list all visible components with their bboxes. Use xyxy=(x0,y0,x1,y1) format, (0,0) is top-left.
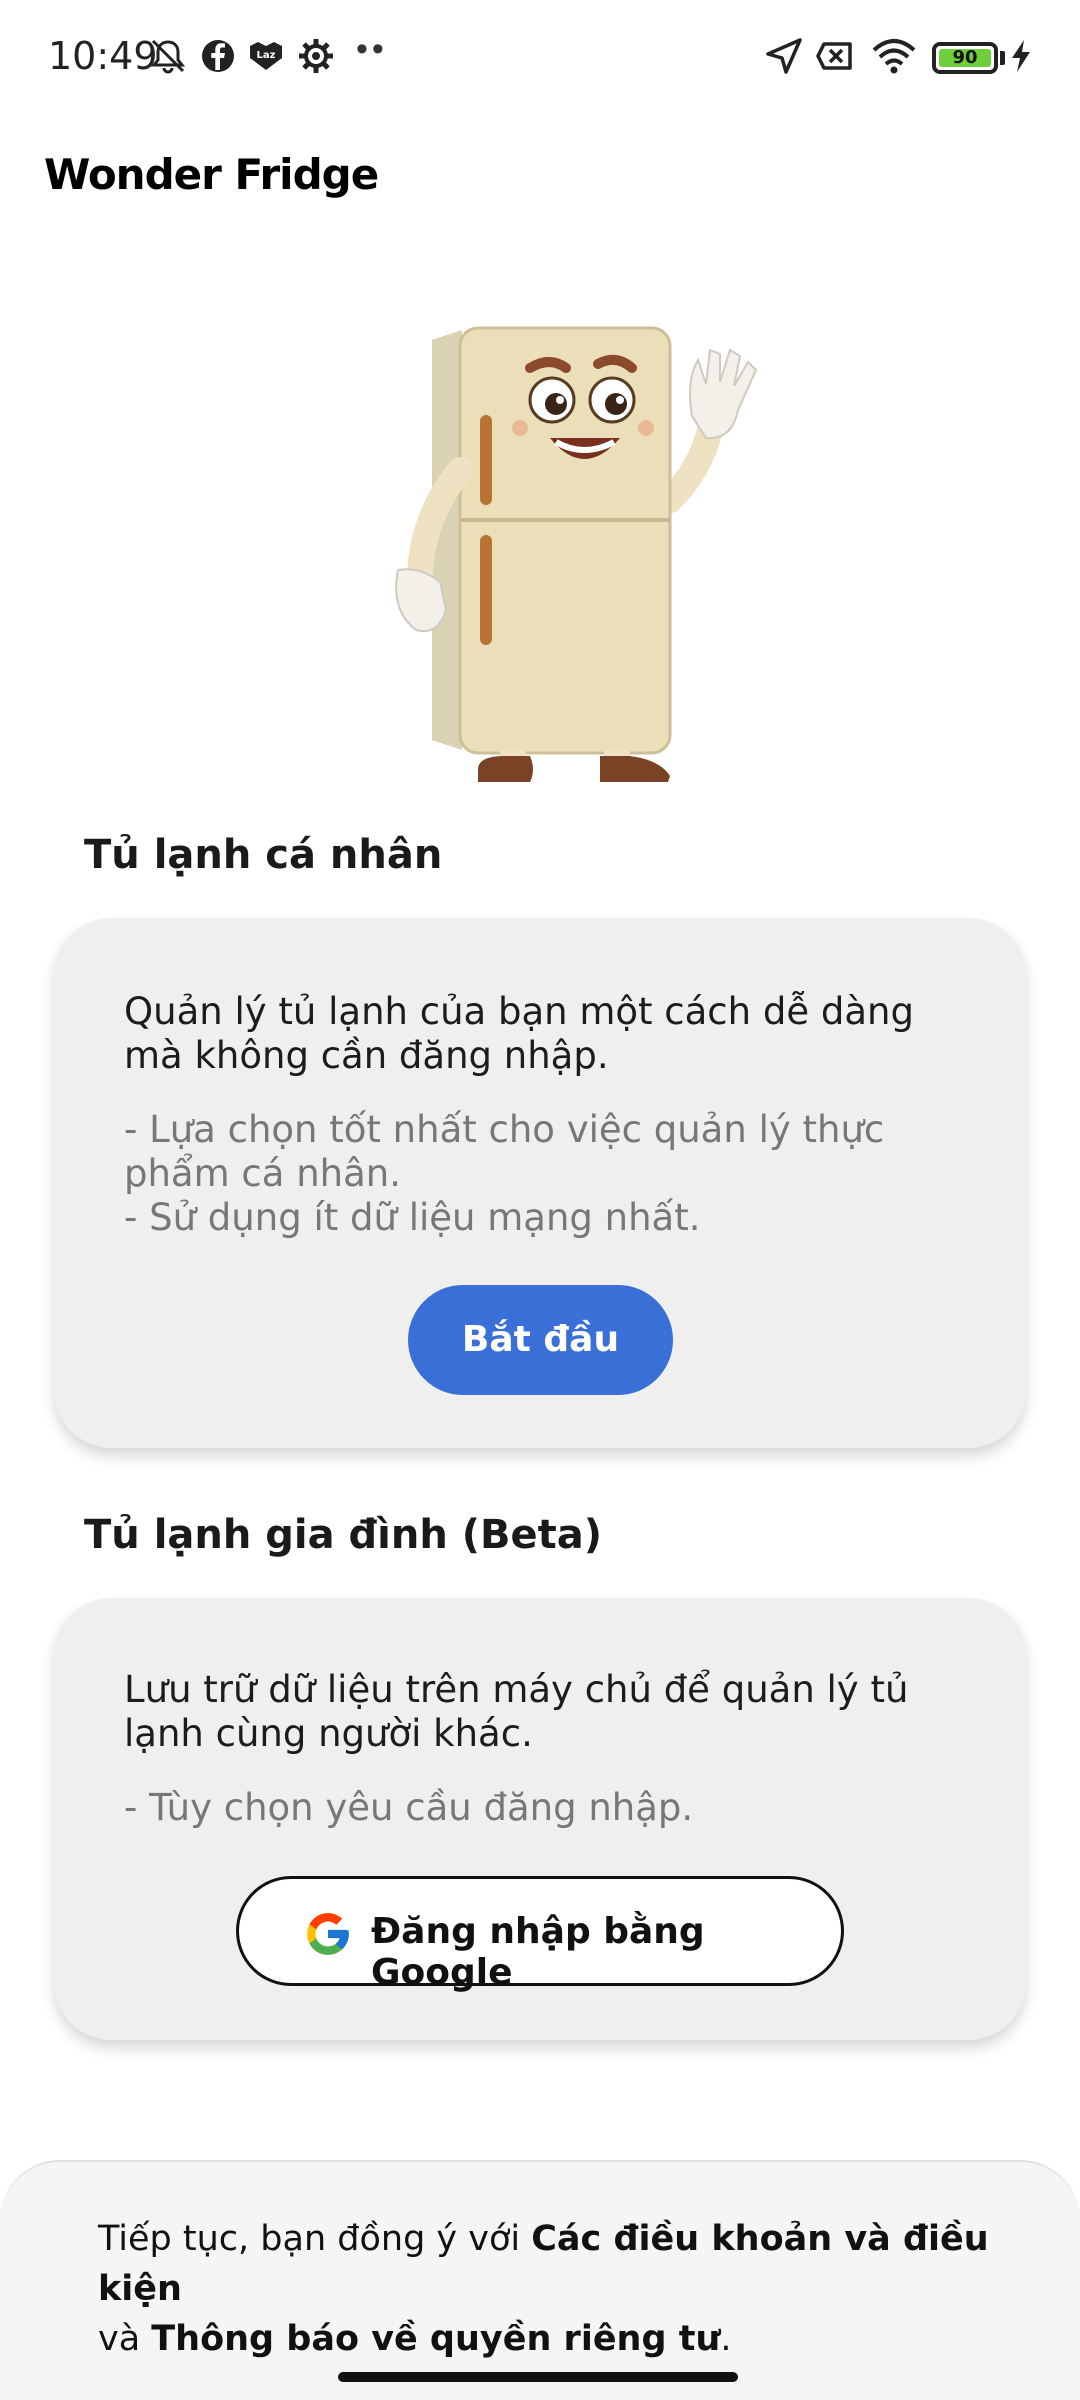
settings-icon xyxy=(299,39,333,73)
status-overflow-dots: •• xyxy=(356,30,388,68)
home-indicator[interactable] xyxy=(338,2372,738,2382)
screen: 10:49 Laz •• 90 Wonder Fridge Tủ lạnh cá… xyxy=(0,0,1080,2400)
start-button[interactable]: Bắt đầu xyxy=(408,1285,673,1395)
google-sign-in-button[interactable]: Đăng nhập bằng Google xyxy=(236,1876,844,1993)
battery-indicator: 90 xyxy=(932,42,998,74)
personal-fridge-bullet-2: - Sử dụng ít dữ liệu mạng nhất. xyxy=(124,1196,701,1239)
app-title: Wonder Fridge xyxy=(44,150,379,199)
battery-cap xyxy=(1000,51,1005,65)
family-fridge-title: Tủ lạnh gia đình (Beta) xyxy=(84,1512,603,1558)
bolt-icon xyxy=(1012,40,1030,72)
facebook-icon xyxy=(202,40,234,72)
google-sign-in-label: Đăng nhập bằng Google xyxy=(371,1911,705,1993)
svg-text:Laz: Laz xyxy=(257,50,276,61)
family-fridge-bullet-1: - Tùy chọn yêu cầu đăng nhập. xyxy=(124,1786,694,1829)
consent-prefix: Tiếp tục, bạn đồng ý với xyxy=(98,2219,532,2259)
status-time: 10:49 xyxy=(48,34,158,78)
personal-fridge-bullet-1: - Lựa chọn tốt nhất cho việc quản lý thự… xyxy=(124,1108,885,1195)
privacy-link[interactable]: Thông báo về quyền riêng tư xyxy=(151,2319,720,2359)
lazada-icon: Laz xyxy=(250,42,282,70)
family-fridge-card: Lưu trữ dữ liệu trên máy chủ để quản lý … xyxy=(54,1598,1026,2040)
bell-off-icon xyxy=(150,39,186,74)
consent-suffix: . xyxy=(720,2319,732,2359)
consent-middle: và xyxy=(98,2319,152,2359)
personal-fridge-card: Quản lý tủ lạnh của bạn một cách dễ dàng… xyxy=(54,918,1026,1448)
fridge-mascot-illustration xyxy=(395,326,758,782)
battery-level: 90 xyxy=(939,49,991,67)
wifi-icon xyxy=(872,39,916,74)
sim-no-signal-icon xyxy=(816,42,852,70)
status-bar: 10:49 Laz •• 90 xyxy=(0,0,1080,110)
personal-fridge-title: Tủ lạnh cá nhân xyxy=(84,832,443,878)
consent-text: Tiếp tục, bạn đồng ý với Các điều khoản … xyxy=(98,2214,998,2364)
footer-consent: Tiếp tục, bạn đồng ý với Các điều khoản … xyxy=(0,2160,1080,2400)
location-arrow-icon xyxy=(766,38,802,74)
google-icon xyxy=(307,1913,349,1955)
personal-fridge-description: Quản lý tủ lạnh của bạn một cách dễ dàng… xyxy=(124,990,914,1077)
family-fridge-description: Lưu trữ dữ liệu trên máy chủ để quản lý … xyxy=(124,1668,909,1755)
